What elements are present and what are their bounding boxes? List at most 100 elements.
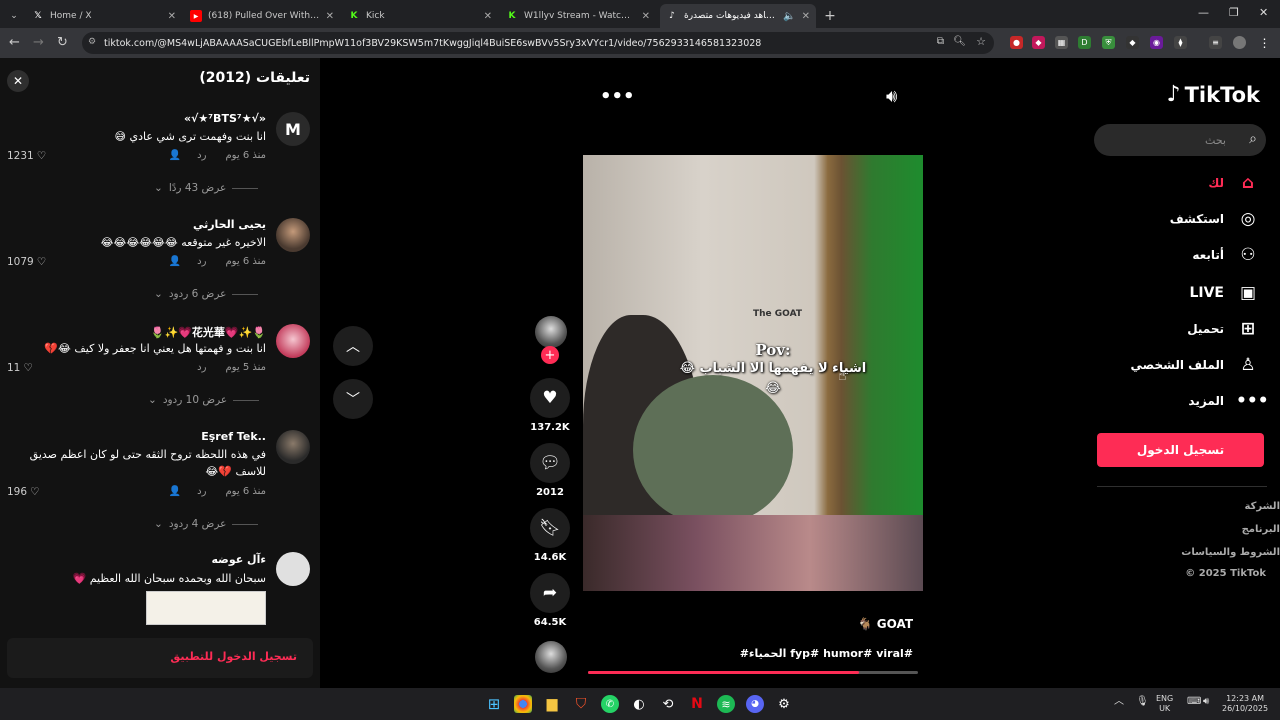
shield-icon[interactable]: ⛨ [1102,36,1115,49]
heart-icon[interactable]: ♥ [530,378,570,418]
nav-profile[interactable]: الملف الشخصي ♙ [1131,353,1260,377]
close-icon[interactable]: ✕ [642,11,650,22]
nav-explore[interactable]: استكشف ◎ [1170,207,1260,231]
video-hashtags[interactable]: #الحمياء fyp# humor# viral# [740,647,913,660]
extension-icon[interactable]: ▦ [1055,36,1068,49]
nav-upload[interactable]: تحميل ⊞ [1187,317,1260,341]
avatar[interactable] [276,324,310,358]
comment-username[interactable]: 🌷✨💗花光華💗✨🌷 [151,324,266,340]
profile-avatar[interactable] [1233,36,1246,49]
avatar[interactable] [276,430,310,464]
speaker-icon[interactable]: 🔈 [783,11,795,22]
comment-like-button[interactable]: 1231 ♡ [7,150,46,162]
app-icon[interactable]: ⟲ [659,695,677,713]
footer-program-link[interactable]: البرنامج [1242,524,1280,535]
close-window-button[interactable]: ✕ [1259,6,1268,19]
new-tab-button[interactable]: + [820,4,840,28]
close-comments-button[interactable]: ✕ [7,70,29,92]
volume-icon[interactable]: 🔊︎ [886,86,897,107]
maximize-button[interactable]: ❐ [1229,6,1239,19]
url-input[interactable]: ⚙ tiktok.com/@MS4wLjABAAAASaCUGEbfLeBllP… [82,32,994,54]
language-indicator[interactable]: ENG UK [1156,694,1173,714]
like-action[interactable]: ♥ 137.2K [530,378,570,433]
view-replies-button[interactable]: ⌄ عرض 10 ردود [148,394,260,406]
back-button[interactable]: ← [9,35,20,50]
avatar[interactable] [276,552,310,586]
nav-following[interactable]: أتابعه ⚇ [1192,243,1260,267]
extension-icon[interactable]: ◆ [1032,36,1045,49]
more-options-icon[interactable]: ••• [600,86,635,107]
forward-button[interactable]: → [33,35,44,50]
reply-button[interactable]: رد [197,362,206,373]
comment-username[interactable]: ءآل عوضه [212,553,266,566]
speaker-icon[interactable]: 🔊︎ [1203,697,1209,707]
next-video-button[interactable]: ﹀ [333,379,373,419]
media-icon[interactable]: ≡ [1209,36,1222,49]
tab-youtube[interactable]: ▶ (618) Pulled Over With LOTS Of ✕ [184,4,340,28]
extension-icon[interactable]: D [1078,36,1091,49]
app-icon[interactable]: ⚙ [775,695,793,713]
save-action[interactable]: 🔖︎ 14.6K [530,508,570,563]
close-icon[interactable]: ✕ [168,11,176,22]
tab-kick[interactable]: K Kick ✕ [342,4,498,28]
netflix-icon[interactable]: N [688,695,706,713]
menu-icon[interactable]: ⋮ [1258,36,1271,50]
video-author-name[interactable]: 🐐 GOAT [858,617,913,631]
nav-for-you[interactable]: لك ⌂ [1208,171,1260,195]
reply-button[interactable]: رد [197,486,206,497]
login-to-app-link[interactable]: تسجيل الدخول للتطبيق [170,650,297,663]
comment-username[interactable]: Eşref Tek.. [201,430,266,443]
comment-like-button[interactable]: 1079 ♡ [7,256,46,268]
share-action[interactable]: ➦ 64.5K [530,573,570,628]
footer-terms-link[interactable]: الشروط والسياسات [1181,547,1280,558]
login-to-app-bar[interactable]: تسجيل الدخول للتطبيق [7,638,313,678]
close-icon[interactable]: ✕ [484,11,492,22]
close-icon[interactable]: ✕ [326,11,334,22]
microphone-icon[interactable]: 🎙︎ [1136,697,1149,707]
bookmark-icon[interactable]: 🔖︎ [530,508,570,548]
close-icon[interactable]: ✕ [802,11,810,22]
video-progress-bar[interactable] [588,671,918,674]
bookmark-star-icon[interactable]: ☆ [976,35,986,48]
comment-username[interactable]: يحيى الحارثي [193,218,266,231]
whatsapp-icon[interactable]: ✆ [601,695,619,713]
discord-icon[interactable]: ◕ [746,695,764,713]
eye-icon[interactable]: ◉ [1150,36,1163,49]
view-replies-button[interactable]: ⌄ عرض 43 ردًا [154,182,259,194]
comment-action[interactable]: 💬︎ 2012 [530,443,570,498]
search-icon[interactable]: ⌕ [1249,131,1257,147]
footer-company-link[interactable]: الشركة [1245,501,1280,512]
nav-live[interactable]: LIVE ▣ [1189,281,1260,305]
tab-home-x[interactable]: 𝕏 Home / X ✕ [26,4,182,28]
view-replies-button[interactable]: ⌄ عرض 4 ردود [154,518,259,530]
tiktok-logo[interactable]: ♪ TikTok [1167,82,1260,107]
extension-icon[interactable]: ◆ [1126,36,1139,49]
puzzle-icon[interactable]: ⧫ [1174,36,1187,49]
comment-like-button[interactable]: 196 ♡ [7,486,39,498]
tab-search-button[interactable]: ⌄ [4,4,24,28]
windows-start-icon[interactable]: ⊞ [485,695,503,713]
comment-icon[interactable]: 💬︎ [530,443,570,483]
previous-video-button[interactable]: ︿ [333,326,373,366]
author-avatar[interactable] [535,316,567,348]
tab-kick-stream[interactable]: K W1llyv Stream - Watch Live on ✕ [500,4,656,28]
comment-like-button[interactable]: 11 ♡ [7,362,33,374]
share-icon[interactable]: ➦ [530,573,570,613]
login-button[interactable]: تسجيل الدخول [1097,433,1264,467]
comment-image[interactable] [146,591,266,625]
reply-button[interactable]: رد [197,256,206,267]
clock[interactable]: 12:23 AM 26/10/2025 [1222,694,1268,714]
reload-button[interactable]: ↻ [57,35,68,50]
follow-button[interactable]: + [541,346,559,364]
chrome-icon[interactable] [514,695,532,713]
avatar[interactable]: M [276,112,310,146]
comment-username[interactable]: «√★⁷BTS⁷★√» [184,112,266,125]
avatar[interactable] [276,218,310,252]
file-explorer-icon[interactable]: ▆ [543,695,561,713]
install-app-icon[interactable]: ⧉ [937,36,944,47]
minimize-button[interactable]: — [1198,6,1209,19]
search-input[interactable]: بحث ⌕ [1094,124,1266,156]
tab-tiktok[interactable]: ♪ شاهد فيديوهات متصدرة | Tik 🔈 ✕ [660,4,816,28]
site-info-icon[interactable]: ⚙ [88,37,96,47]
video-player[interactable]: The GOAT Pov: اشياء لا يفهمها الا الشباب… [583,155,923,591]
